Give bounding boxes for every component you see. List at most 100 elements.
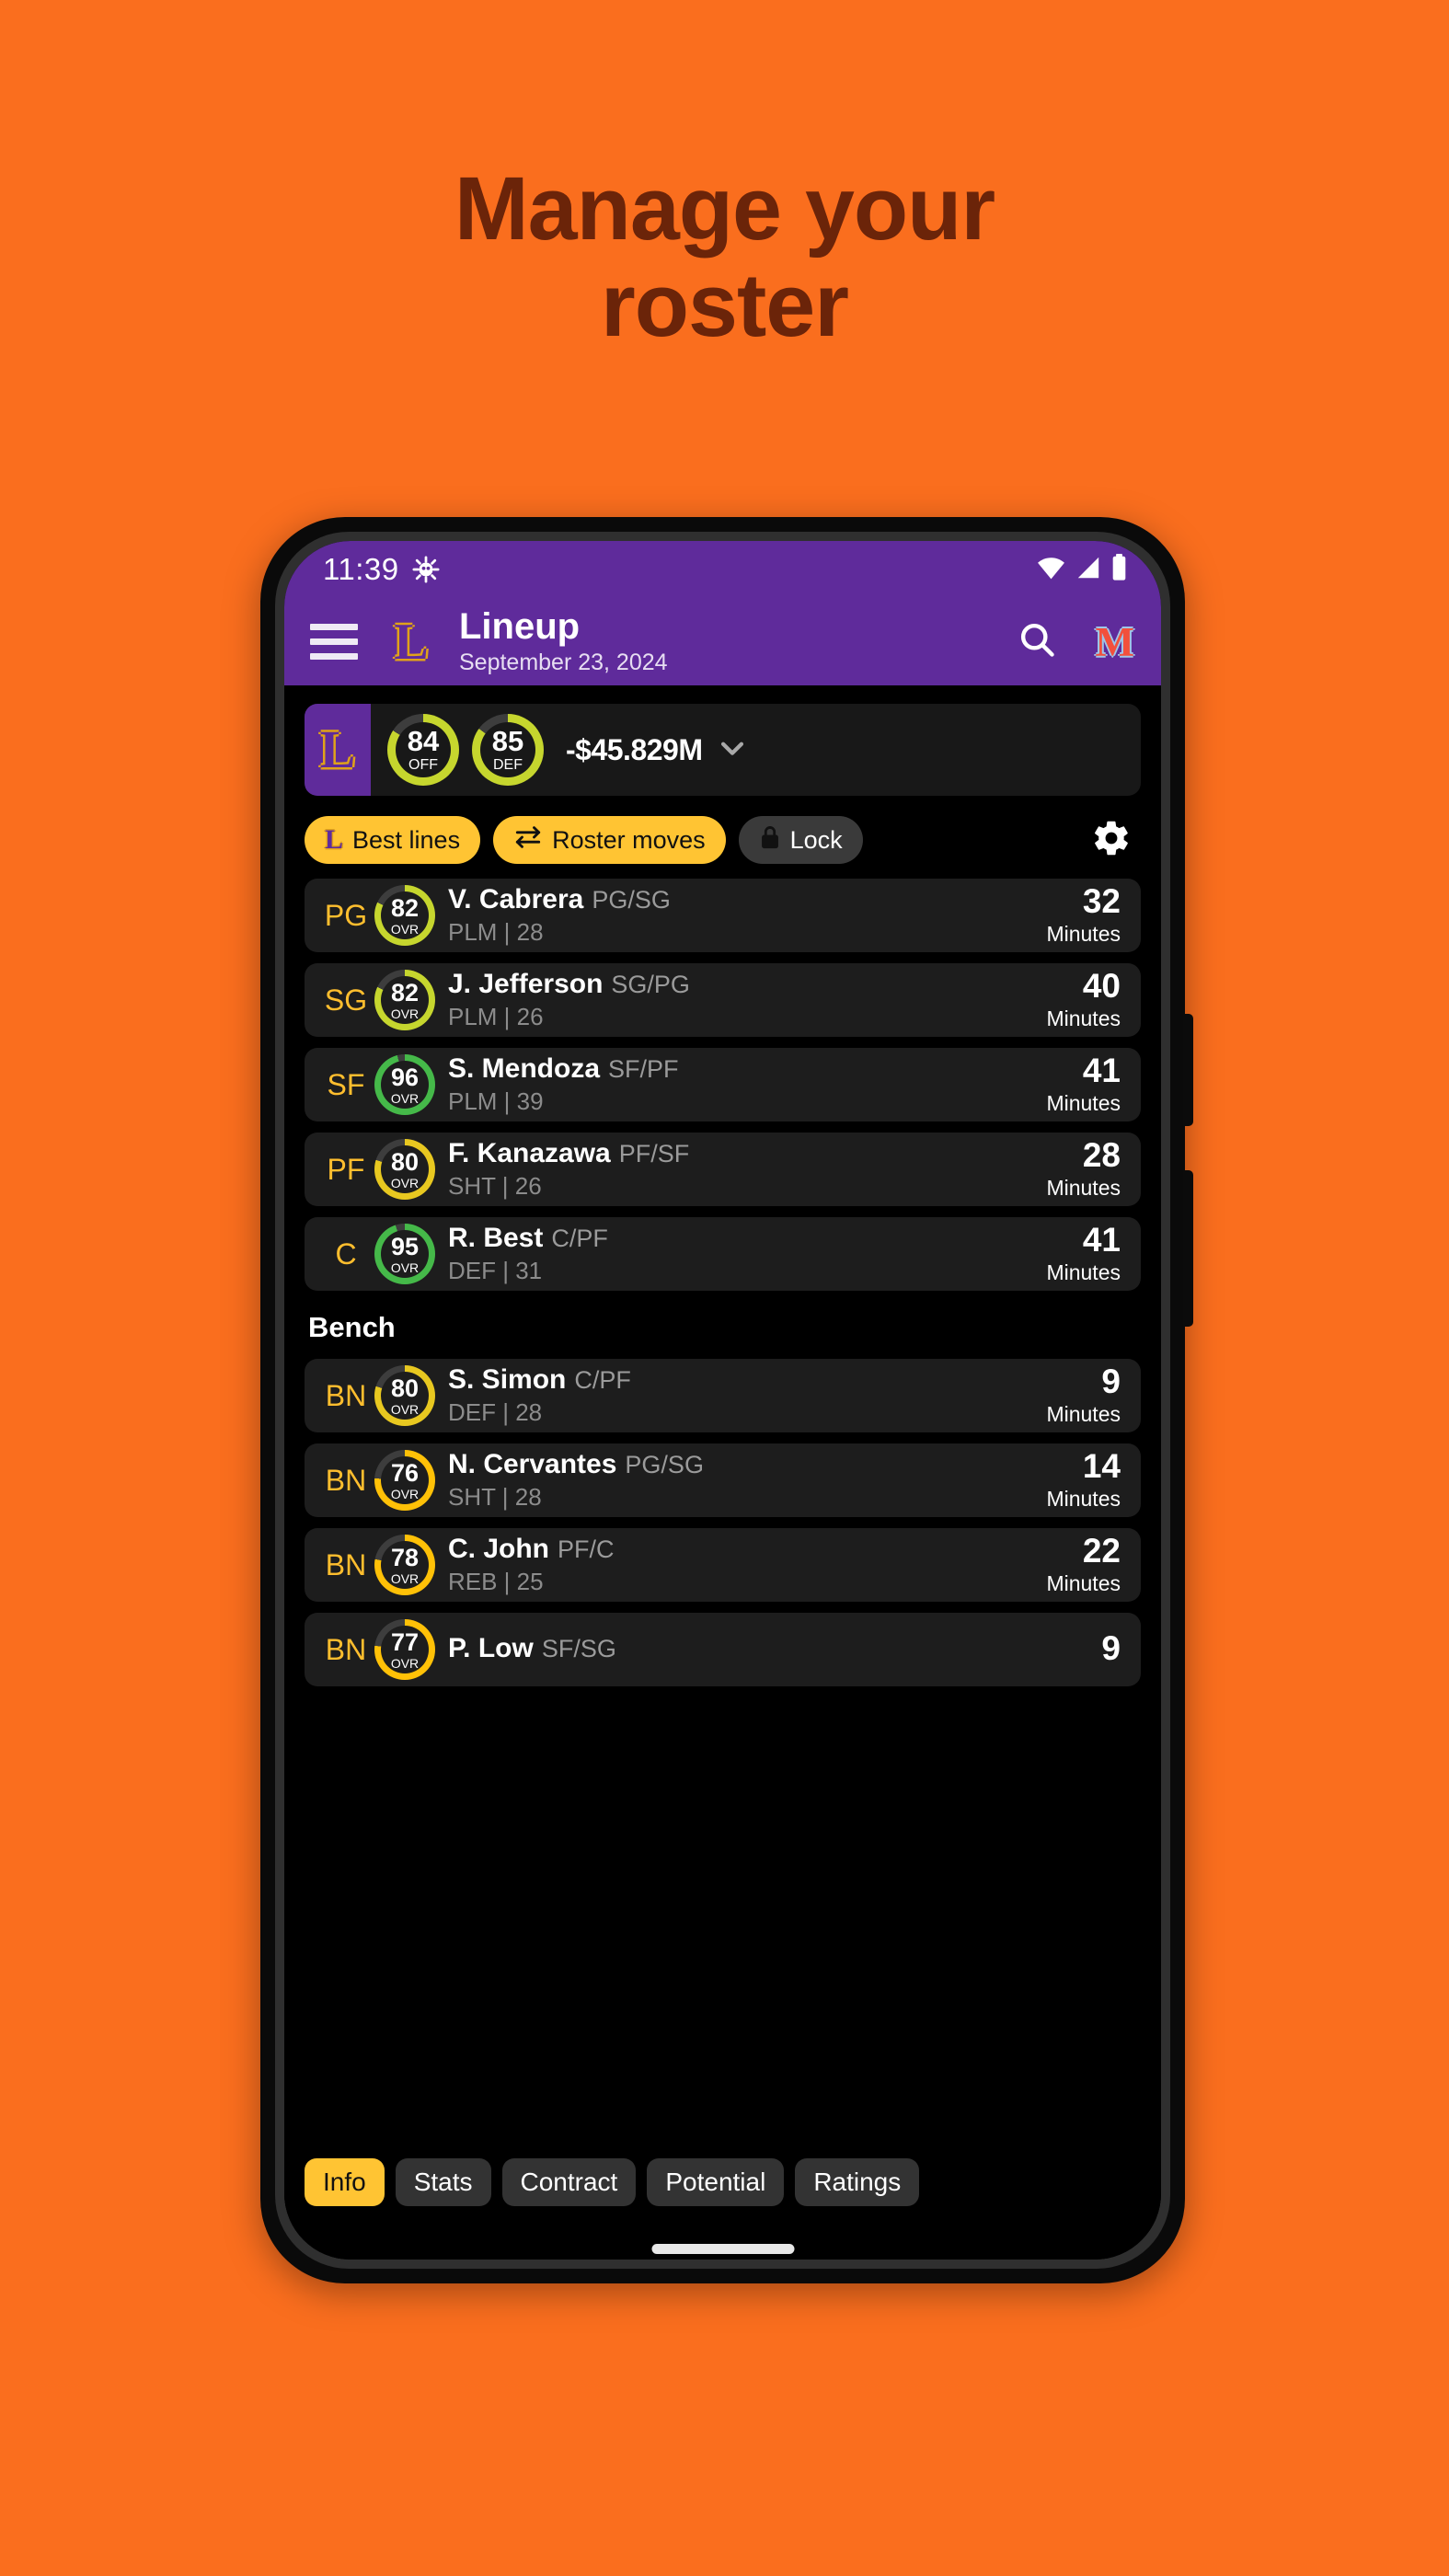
player-minutes: 28 Minutes — [1046, 1138, 1121, 1201]
player-ovr-label: OVR — [390, 1090, 420, 1106]
player-minutes: 9 Minutes — [1046, 1364, 1121, 1427]
player-ovr-value: 96 — [390, 1063, 420, 1091]
tab-info[interactable]: Info — [305, 2158, 385, 2206]
player-trait-age: DEF | 31 — [448, 1257, 543, 1284]
player-positions: C/PF — [551, 1225, 608, 1252]
player-position-slot: BN — [325, 1547, 367, 1581]
player-row[interactable]: SG 82 OVR J. Jefferson SG/PG PLM | 26 40… — [305, 963, 1141, 1037]
player-row[interactable]: C 95 OVR R. Best C/PF DEF | 31 41 Minute… — [305, 1217, 1141, 1291]
roster-actions-bar: L Best lines Roster moves Lock — [305, 816, 1141, 864]
tab-potential[interactable]: Potential — [647, 2158, 785, 2206]
team-logo-header-icon: L — [394, 613, 429, 671]
team-rating-def-value: 85 — [491, 725, 524, 757]
app-bar-actions: M — [1017, 618, 1134, 666]
team-rating-off-label: OFF — [408, 757, 438, 773]
battery-icon — [1110, 553, 1128, 586]
gear-icon[interactable] — [1091, 818, 1132, 863]
player-minutes-label: Minutes — [1046, 1402, 1121, 1426]
player-row[interactable]: SF 96 OVR S. Mendoza SF/PF PLM | 39 41 M… — [305, 1048, 1141, 1121]
player-positions: PF/C — [558, 1535, 615, 1563]
swap-arrows-icon — [513, 825, 543, 856]
player-minutes-value: 14 — [1082, 1447, 1121, 1485]
player-position-slot: C — [335, 1236, 357, 1271]
player-minutes-label: Minutes — [1046, 1176, 1121, 1200]
team-summary-card[interactable]: L 84 OFF 85 DEF -$45.829M — [305, 704, 1141, 796]
team-rating-off-value: 84 — [407, 725, 440, 757]
player-position-slot: PG — [324, 898, 368, 932]
page-title: Lineup — [459, 606, 581, 647]
player-info: P. Low SF/SG — [448, 1633, 1101, 1667]
player-ovr-ring: 78 OVR — [374, 1535, 435, 1595]
player-trait-age: SHT | 26 — [448, 1172, 542, 1200]
lock-label: Lock — [789, 825, 843, 854]
hamburger-menu-icon[interactable] — [310, 624, 358, 660]
player-positions: SF/PF — [608, 1055, 679, 1083]
tab-ratings[interactable]: Ratings — [795, 2158, 920, 2206]
player-row[interactable]: BN 76 OVR N. Cervantes PG/SG SHT | 28 14… — [305, 1443, 1141, 1517]
bench-section-header: Bench — [308, 1311, 396, 1343]
player-minutes: 41 Minutes — [1046, 1223, 1121, 1285]
player-position-slot: BN — [325, 1378, 367, 1412]
player-ovr-label: OVR — [390, 1655, 420, 1671]
player-ovr-ring: 80 OVR — [374, 1139, 435, 1200]
player-trait-age: REB | 25 — [448, 1568, 544, 1595]
search-icon[interactable] — [1017, 619, 1057, 664]
phone-screen: 11:39 L Lineup September 23, 2024 M L 84… — [284, 541, 1161, 2260]
tab-contract[interactable]: Contract — [501, 2158, 637, 2206]
player-minutes: 22 Minutes — [1046, 1534, 1121, 1596]
player-minutes: 14 Minutes — [1046, 1449, 1121, 1512]
player-ovr-ring: 95 OVR — [374, 1224, 435, 1284]
player-position-slot: PF — [327, 1152, 365, 1186]
page-date: September 23, 2024 — [459, 650, 668, 675]
app-bar-title-block: Lineup September 23, 2024 — [459, 607, 668, 676]
player-minutes-label: Minutes — [1046, 1091, 1121, 1115]
player-ovr-value: 82 — [390, 978, 420, 1006]
tab-stats[interactable]: Stats — [395, 2158, 491, 2206]
chevron-down-icon[interactable] — [717, 732, 748, 768]
player-minutes: 40 Minutes — [1046, 969, 1121, 1031]
player-row[interactable]: BN 78 OVR C. John PF/C REB | 25 22 Minut… — [305, 1528, 1141, 1602]
player-row[interactable]: PG 82 OVR V. Cabrera PG/SG PLM | 28 32 M… — [305, 879, 1141, 952]
player-name: F. Kanazawa — [448, 1138, 611, 1168]
player-trait-age: SHT | 28 — [448, 1483, 542, 1511]
home-indicator[interactable] — [651, 2244, 794, 2254]
phone-side-button-power[interactable] — [1183, 1170, 1193, 1327]
player-info: F. Kanazawa PF/SF SHT | 26 — [448, 1138, 1046, 1201]
player-minutes-label: Minutes — [1046, 1487, 1121, 1511]
player-minutes-value: 9 — [1101, 1628, 1121, 1667]
roster-moves-label: Roster moves — [552, 825, 706, 854]
player-minutes-value: 40 — [1082, 967, 1121, 1005]
player-trait-age: PLM | 26 — [448, 1003, 544, 1030]
wifi-icon — [1036, 555, 1066, 585]
opponent-logo-icon[interactable]: M — [1096, 618, 1134, 666]
player-minutes-label: Minutes — [1046, 1571, 1121, 1595]
player-minutes: 9 — [1101, 1631, 1121, 1669]
player-positions: SG/PG — [611, 971, 690, 998]
player-name: P. Low — [448, 1632, 534, 1663]
player-row[interactable]: BN 77 OVR P. Low SF/SG 9 — [305, 1613, 1141, 1686]
team-logo-icon: L — [305, 704, 371, 796]
bug-icon — [412, 556, 440, 583]
promo-headline-line1: Manage your — [454, 158, 995, 259]
team-rating-def-label: DEF — [493, 757, 523, 773]
player-minutes-value: 41 — [1082, 1221, 1121, 1259]
lock-button[interactable]: Lock — [738, 816, 863, 864]
player-info: C. John PF/C REB | 25 — [448, 1534, 1046, 1596]
player-positions: SF/SG — [541, 1634, 616, 1662]
cap-space-value: -$45.829M — [566, 732, 703, 766]
bench-list: BN 80 OVR S. Simon C/PF DEF | 28 9 Minut… — [284, 1359, 1161, 1686]
player-ovr-label: OVR — [390, 1259, 420, 1275]
player-row[interactable]: PF 80 OVR F. Kanazawa PF/SF SHT | 26 28 … — [305, 1133, 1141, 1206]
best-lines-button[interactable]: L Best lines — [305, 816, 481, 864]
roster-moves-button[interactable]: Roster moves — [493, 816, 726, 864]
player-trait-age: PLM | 28 — [448, 918, 544, 946]
player-name: C. John — [448, 1534, 549, 1564]
player-row[interactable]: BN 80 OVR S. Simon C/PF DEF | 28 9 Minut… — [305, 1359, 1141, 1432]
phone-side-button-volume[interactable] — [1183, 1014, 1193, 1126]
player-info: N. Cervantes PG/SG SHT | 28 — [448, 1449, 1046, 1512]
team-l-icon: L — [325, 824, 344, 855]
player-name: S. Simon — [448, 1364, 567, 1395]
lock-icon — [759, 824, 781, 857]
player-ovr-ring: 76 OVR — [374, 1450, 435, 1511]
promo-headline: Manage your roster — [0, 158, 1449, 354]
